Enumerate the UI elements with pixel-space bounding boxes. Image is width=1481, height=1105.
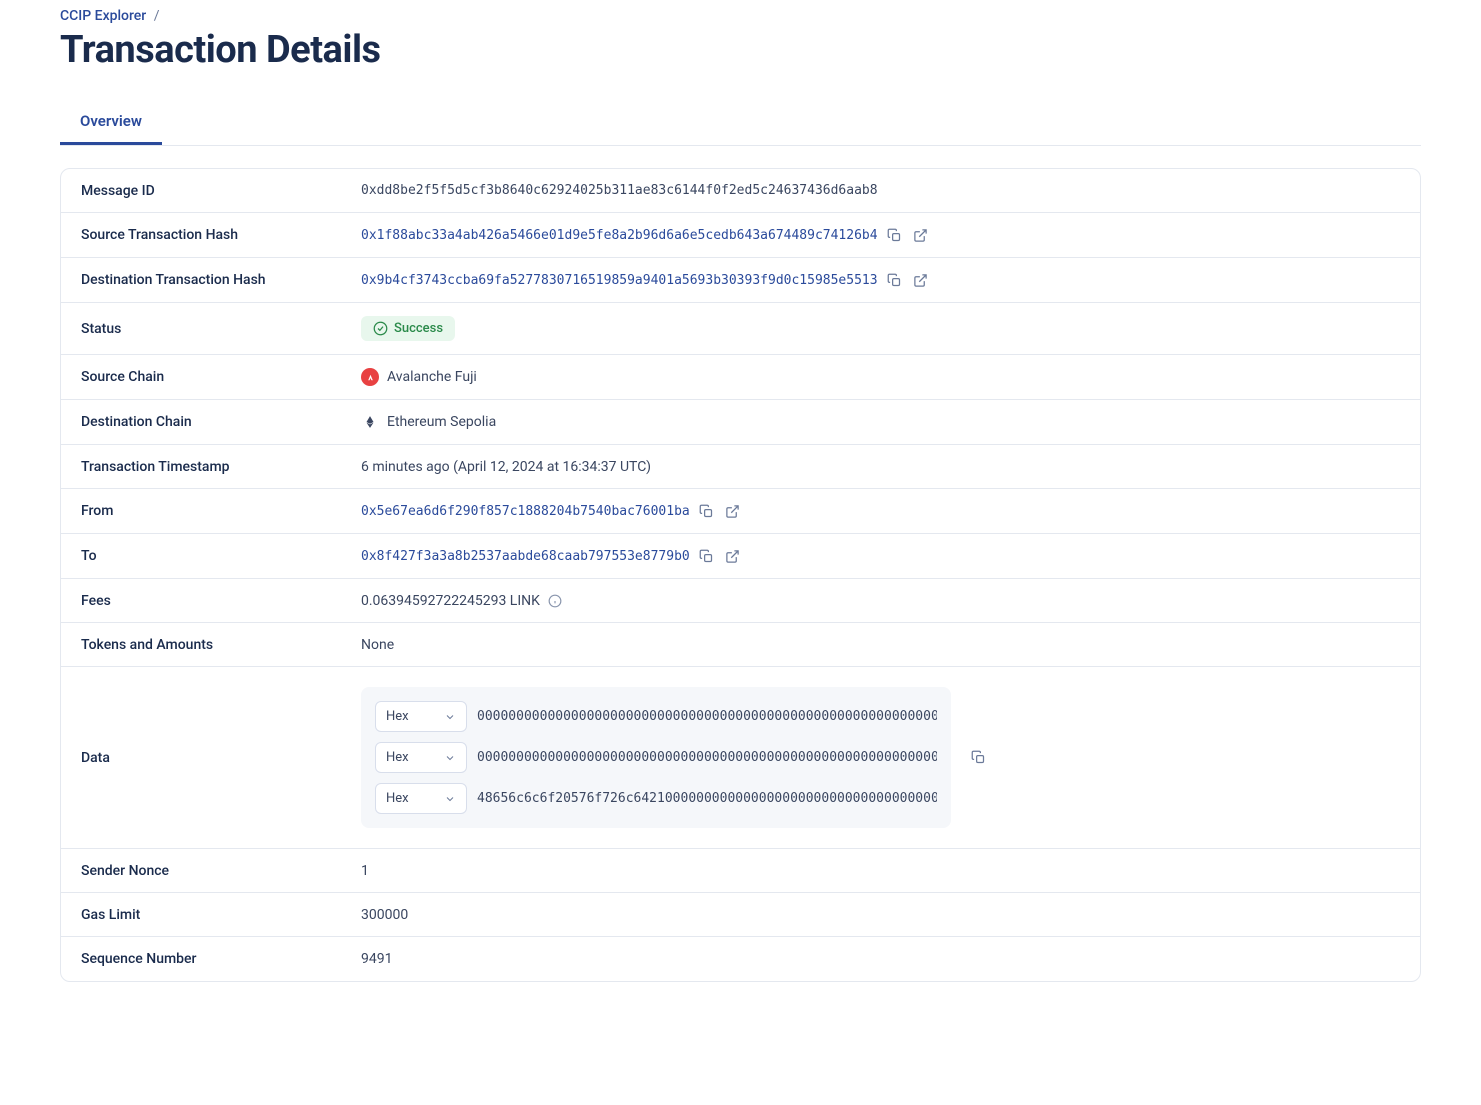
external-link-icon[interactable] bbox=[912, 271, 930, 289]
row-gas-limit: Gas Limit 300000 bbox=[61, 893, 1420, 937]
row-data: Data Hex 0000000000000000000000000000000… bbox=[61, 667, 1420, 849]
copy-icon[interactable] bbox=[698, 502, 716, 520]
details-card: Message ID 0xdd8be2f5f5d5cf3b8640c629240… bbox=[60, 168, 1421, 982]
breadcrumb: CCIP Explorer / bbox=[60, 0, 1421, 24]
label-to: To bbox=[81, 548, 361, 564]
format-select-1[interactable]: Hex bbox=[375, 742, 467, 773]
label-source-tx: Source Transaction Hash bbox=[81, 227, 361, 243]
label-dest-chain: Destination Chain bbox=[81, 414, 361, 430]
value-source-chain: Avalanche Fuji bbox=[387, 369, 477, 385]
label-timestamp: Transaction Timestamp bbox=[81, 459, 361, 475]
row-fees: Fees 0.06394592722245293 LINK bbox=[61, 579, 1420, 623]
data-line-1: Hex 000000000000000000000000000000000000… bbox=[375, 742, 937, 773]
label-sequence: Sequence Number bbox=[81, 951, 361, 967]
row-timestamp: Transaction Timestamp 6 minutes ago (Apr… bbox=[61, 445, 1420, 489]
label-message-id: Message ID bbox=[81, 183, 361, 199]
row-source-tx: Source Transaction Hash 0x1f88abc33a4ab4… bbox=[61, 213, 1420, 258]
breadcrumb-root-link[interactable]: CCIP Explorer bbox=[60, 8, 146, 24]
breadcrumb-separator: / bbox=[154, 8, 160, 24]
value-sender-nonce: 1 bbox=[361, 863, 369, 879]
link-to[interactable]: 0x8f427f3a3a8b2537aabde68caab797553e8779… bbox=[361, 549, 690, 564]
data-block: Hex 000000000000000000000000000000000000… bbox=[361, 687, 951, 828]
link-source-tx[interactable]: 0x1f88abc33a4ab426a5466e01d9e5fe8a2b96d6… bbox=[361, 228, 878, 243]
ethereum-icon bbox=[361, 413, 379, 431]
status-text: Success bbox=[394, 321, 443, 336]
value-sequence: 9491 bbox=[361, 951, 392, 967]
external-link-icon[interactable] bbox=[724, 547, 742, 565]
data-line-0: Hex 000000000000000000000000000000000000… bbox=[375, 701, 937, 732]
data-hex-1: 0000000000000000000000000000000000000000… bbox=[477, 750, 937, 765]
row-message-id: Message ID 0xdd8be2f5f5d5cf3b8640c629240… bbox=[61, 169, 1420, 213]
data-line-2: Hex 48656c6c6f20576f726c6421000000000000… bbox=[375, 783, 937, 814]
chevron-down-icon bbox=[444, 711, 456, 723]
value-gas-limit: 300000 bbox=[361, 907, 408, 923]
label-data: Data bbox=[81, 750, 361, 766]
row-sender-nonce: Sender Nonce 1 bbox=[61, 849, 1420, 893]
row-source-chain: Source Chain Avalanche Fuji bbox=[61, 355, 1420, 400]
chevron-down-icon bbox=[444, 752, 456, 764]
link-from[interactable]: 0x5e67ea6d6f290f857c1888204b7540bac76001… bbox=[361, 504, 690, 519]
row-dest-tx: Destination Transaction Hash 0x9b4cf3743… bbox=[61, 258, 1420, 303]
row-from: From 0x5e67ea6d6f290f857c1888204b7540bac… bbox=[61, 489, 1420, 534]
status-badge: Success bbox=[361, 316, 455, 341]
label-tokens: Tokens and Amounts bbox=[81, 637, 361, 653]
value-dest-chain: Ethereum Sepolia bbox=[387, 414, 496, 430]
external-link-icon[interactable] bbox=[912, 226, 930, 244]
row-tokens: Tokens and Amounts None bbox=[61, 623, 1420, 667]
page-title: Transaction Details bbox=[60, 28, 1421, 72]
data-hex-2: 48656c6c6f20576f726c64210000000000000000… bbox=[477, 791, 937, 806]
label-sender-nonce: Sender Nonce bbox=[81, 863, 361, 879]
chevron-down-icon bbox=[444, 793, 456, 805]
label-from: From bbox=[81, 503, 361, 519]
info-icon[interactable] bbox=[548, 594, 562, 608]
label-status: Status bbox=[81, 321, 361, 337]
value-message-id: 0xdd8be2f5f5d5cf3b8640c62924025b311ae83c… bbox=[361, 183, 878, 198]
copy-icon[interactable] bbox=[969, 749, 987, 767]
label-dest-tx: Destination Transaction Hash bbox=[81, 272, 361, 288]
check-circle-icon bbox=[373, 321, 388, 336]
avalanche-icon bbox=[361, 368, 379, 386]
format-select-0[interactable]: Hex bbox=[375, 701, 467, 732]
row-dest-chain: Destination Chain Ethereum Sepolia bbox=[61, 400, 1420, 445]
copy-icon[interactable] bbox=[886, 226, 904, 244]
copy-icon[interactable] bbox=[886, 271, 904, 289]
tabs: Overview bbox=[60, 100, 1421, 146]
row-status: Status Success bbox=[61, 303, 1420, 355]
row-to: To 0x8f427f3a3a8b2537aabde68caab797553e8… bbox=[61, 534, 1420, 579]
link-dest-tx[interactable]: 0x9b4cf3743ccba69fa5277830716519859a9401… bbox=[361, 273, 878, 288]
external-link-icon[interactable] bbox=[724, 502, 742, 520]
value-fees: 0.06394592722245293 LINK bbox=[361, 593, 540, 609]
copy-icon[interactable] bbox=[698, 547, 716, 565]
label-fees: Fees bbox=[81, 593, 361, 609]
tab-overview[interactable]: Overview bbox=[60, 100, 162, 145]
row-sequence: Sequence Number 9491 bbox=[61, 937, 1420, 981]
data-hex-0: 0000000000000000000000000000000000000000… bbox=[477, 709, 937, 724]
value-tokens: None bbox=[361, 637, 394, 653]
format-select-2[interactable]: Hex bbox=[375, 783, 467, 814]
value-timestamp: 6 minutes ago (April 12, 2024 at 16:34:3… bbox=[361, 459, 651, 475]
label-source-chain: Source Chain bbox=[81, 369, 361, 385]
label-gas-limit: Gas Limit bbox=[81, 907, 361, 923]
